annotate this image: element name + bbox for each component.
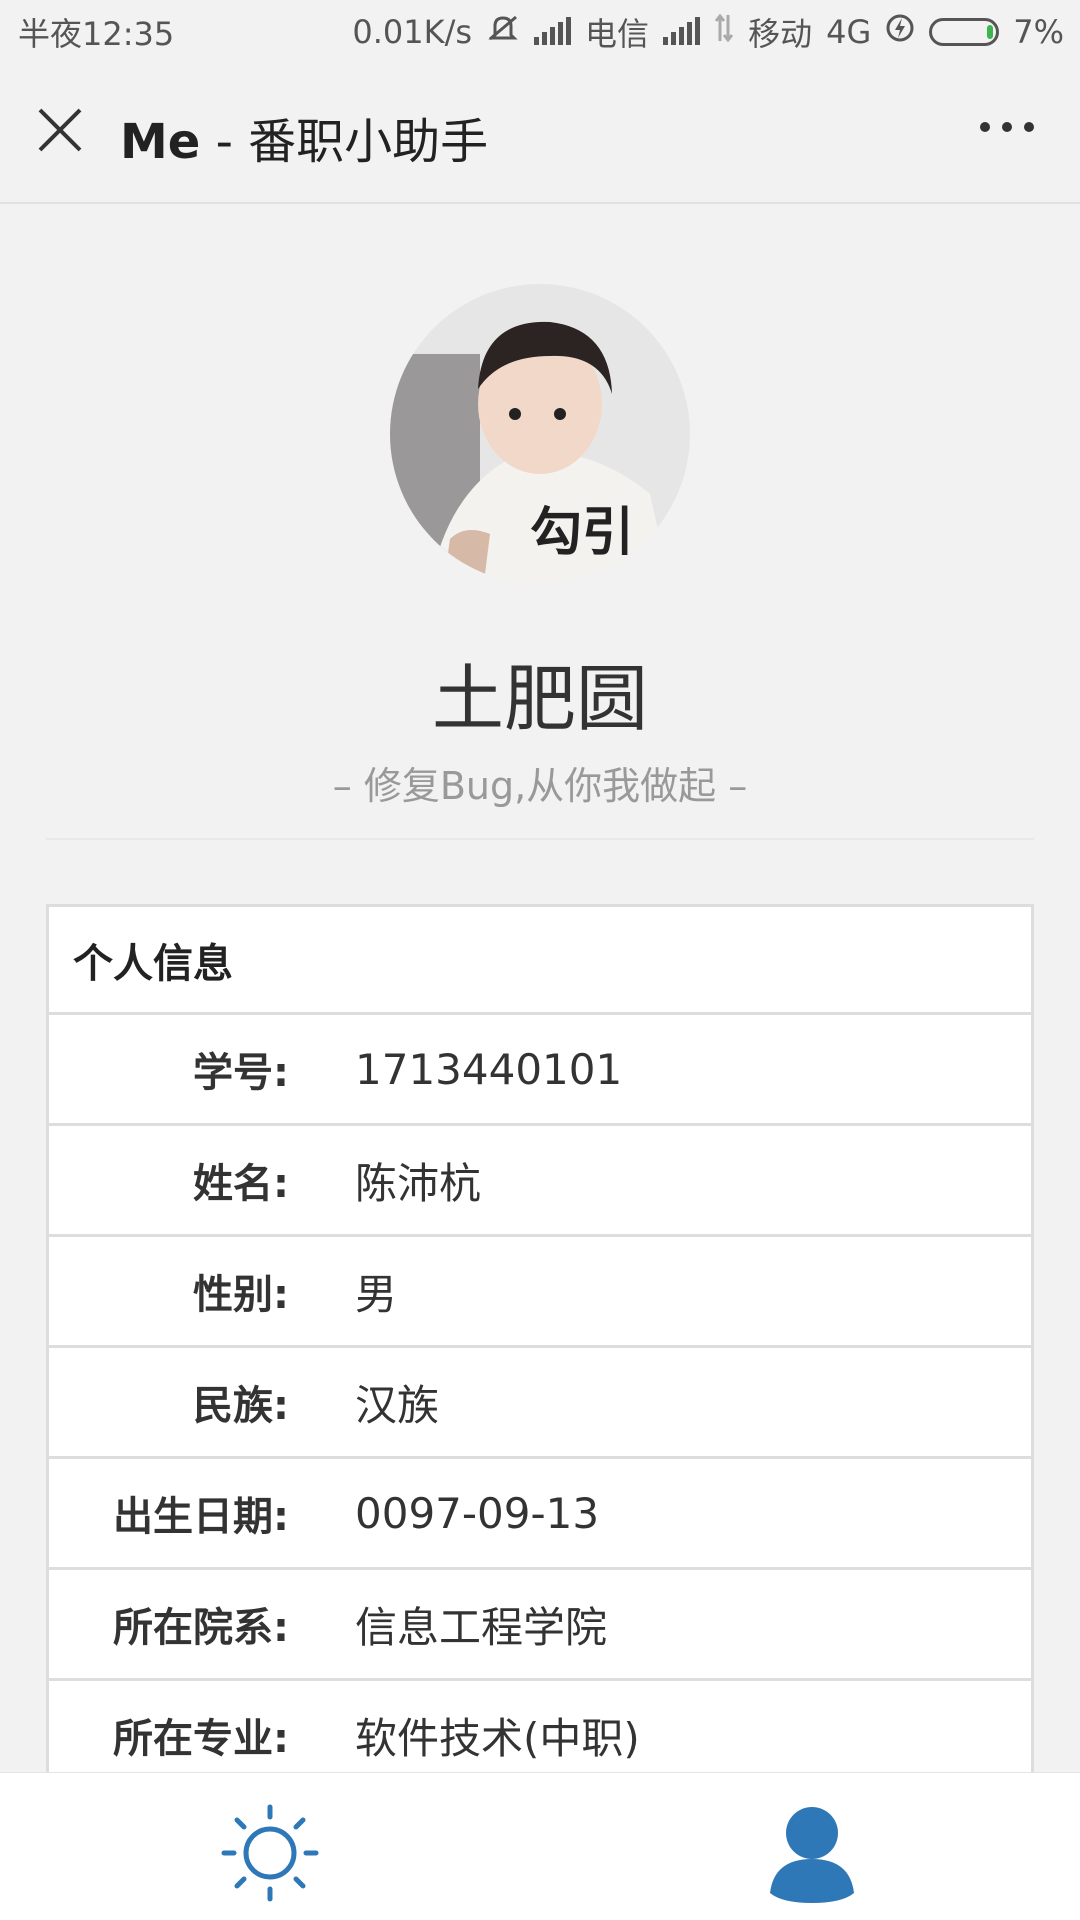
net-speed: 0.01K/s bbox=[352, 13, 473, 51]
battery-level: 7% bbox=[1013, 13, 1064, 51]
mute-icon bbox=[486, 13, 520, 51]
page-title-rest: - 番职小助手 bbox=[200, 114, 489, 170]
user-nickname: 土肥圆 bbox=[431, 657, 648, 741]
title-bar: Me - 番职小助手 bbox=[0, 64, 1080, 204]
info-label: 出生日期: bbox=[113, 1494, 289, 1540]
info-label: 所在院系: bbox=[113, 1605, 289, 1651]
bottom-nav bbox=[0, 1772, 1080, 1920]
info-value: 男 bbox=[355, 1269, 398, 1319]
battery-icon bbox=[929, 18, 1000, 46]
person-icon[interactable] bbox=[762, 1803, 862, 1903]
info-value: 软件技术(中职) bbox=[355, 1713, 640, 1763]
network-type: 4G bbox=[826, 13, 872, 51]
user-motto: – 修复Bug,从你我做起 – bbox=[332, 764, 748, 808]
status-indicators: 0.01K/s 电信 移动 4G 7% bbox=[352, 9, 1064, 55]
page-title-bold: Me bbox=[120, 114, 201, 170]
data-transfer-icon bbox=[714, 13, 734, 51]
info-value: 陈沛杭 bbox=[355, 1158, 482, 1208]
info-value: 0097-09-13 bbox=[355, 1488, 600, 1538]
info-label: 学号: bbox=[193, 1050, 289, 1096]
info-row: 性别: 男 bbox=[49, 1237, 1031, 1348]
info-row: 学号: 1713440101 bbox=[49, 1015, 1031, 1126]
avatar-caption: 勾引 bbox=[530, 503, 635, 563]
info-row: 所在院系: 信息工程学院 bbox=[49, 1570, 1031, 1681]
info-label: 民族: bbox=[193, 1383, 289, 1429]
signal-icon-1 bbox=[534, 17, 572, 45]
carrier-2: 移动 bbox=[748, 15, 813, 53]
charging-icon bbox=[885, 13, 915, 51]
app-screen: 半夜12:35 0.01K/s 电信 移动 4G 7% Me - 番职小助手 勾… bbox=[0, 0, 1080, 1920]
info-card-header: 个人信息 bbox=[49, 907, 1031, 1015]
page-title: Me - 番职小助手 bbox=[120, 102, 488, 172]
sun-icon[interactable] bbox=[220, 1803, 320, 1903]
status-bar: 半夜12:35 0.01K/s 电信 移动 4G 7% bbox=[0, 0, 1080, 64]
personal-info-card: 个人信息 学号: 1713440101 姓名: 陈沛杭 性别: 男 民族: 汉族… bbox=[46, 904, 1034, 1795]
info-label: 姓名: bbox=[193, 1161, 289, 1207]
info-value: 信息工程学院 bbox=[355, 1602, 608, 1652]
carrier-1: 电信 bbox=[585, 15, 650, 53]
more-icon[interactable] bbox=[980, 122, 1034, 132]
info-value: 汉族 bbox=[355, 1380, 440, 1430]
signal-icon-2 bbox=[663, 17, 701, 45]
info-label: 所在专业: bbox=[113, 1716, 289, 1762]
status-time: 半夜12:35 bbox=[18, 15, 175, 53]
divider bbox=[46, 838, 1034, 840]
close-icon[interactable] bbox=[36, 106, 84, 154]
info-row: 姓名: 陈沛杭 bbox=[49, 1126, 1031, 1237]
info-value: 1713440101 bbox=[355, 1044, 623, 1094]
info-row: 出生日期: 0097-09-13 bbox=[49, 1459, 1031, 1570]
info-label: 性别: bbox=[193, 1272, 289, 1318]
info-row: 民族: 汉族 bbox=[49, 1348, 1031, 1459]
